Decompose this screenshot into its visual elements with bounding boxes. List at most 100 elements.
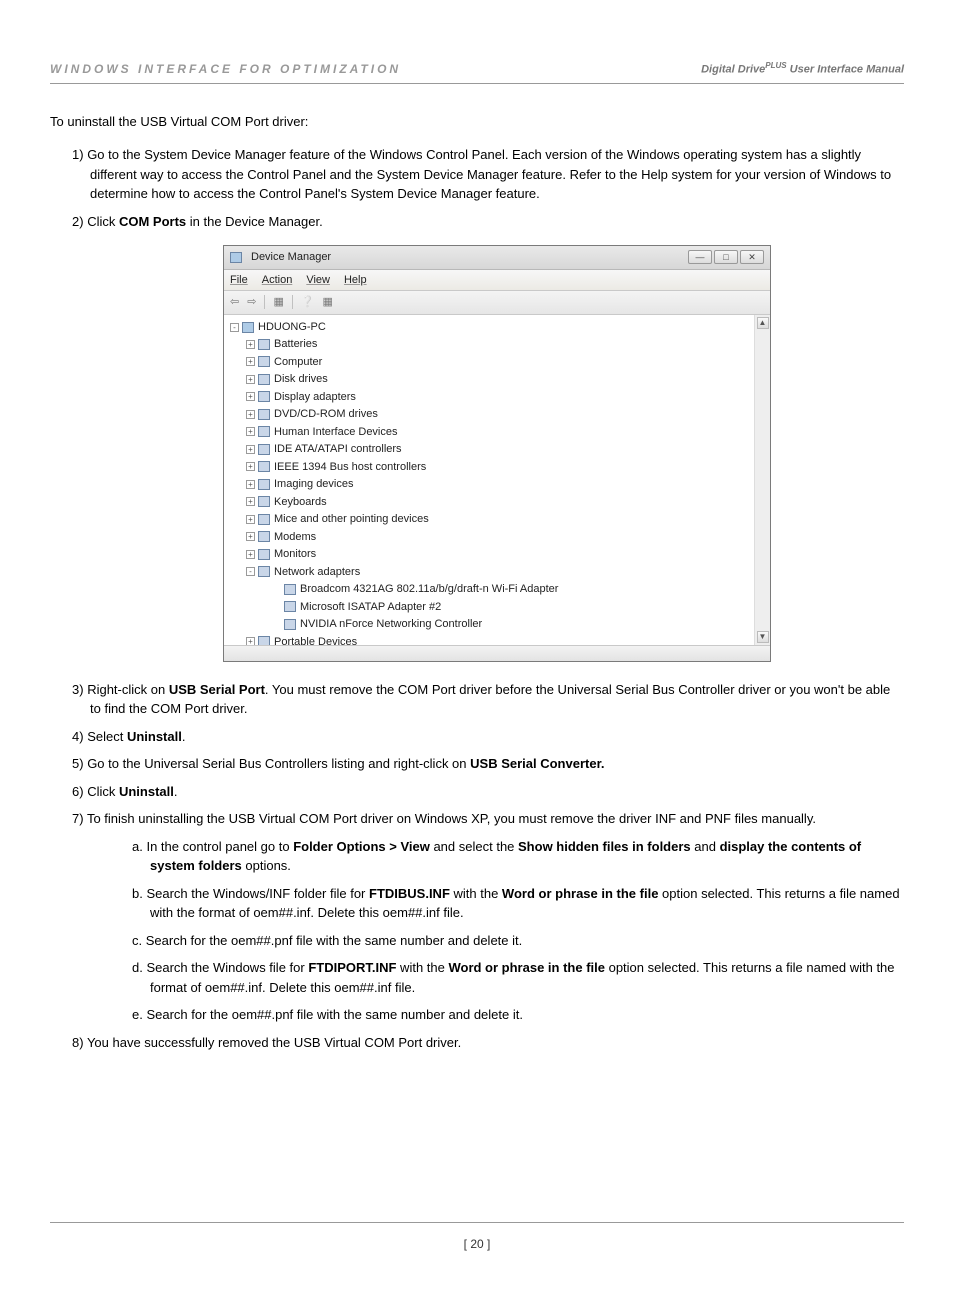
tree-node[interactable]: + Keyboards	[246, 493, 752, 511]
step-4: 4) Select Uninstall.	[72, 727, 904, 747]
expand-icon[interactable]: +	[246, 480, 255, 489]
tree-node-label: Modems	[274, 531, 316, 543]
device-category-icon	[258, 356, 270, 367]
expand-icon[interactable]: +	[246, 392, 255, 401]
device-category-icon	[258, 426, 270, 437]
expand-icon[interactable]: +	[246, 550, 255, 559]
substep-e: e. Search for the oem##.pnf file with th…	[132, 1005, 904, 1025]
tree-node[interactable]: + Disk drives	[246, 371, 752, 389]
menu-action[interactable]: Action	[262, 272, 293, 289]
device-category-icon	[258, 514, 270, 525]
window-titlebar: Device Manager — □ ✕	[224, 246, 770, 270]
intro-text: To uninstall the USB Virtual COM Port dr…	[50, 112, 904, 132]
substep-list: a. In the control panel go to Folder Opt…	[90, 837, 904, 1025]
tree-node[interactable]: + IEEE 1394 Bus host controllers	[246, 458, 752, 476]
expand-icon[interactable]: +	[246, 462, 255, 471]
substep-c: c. Search for the oem##.pnf file with th…	[132, 931, 904, 951]
tree-node[interactable]: + Portable Devices	[246, 633, 752, 645]
header-section-title: WINDOWS INTERFACE FOR OPTIMIZATION	[50, 60, 401, 78]
expand-icon[interactable]: +	[246, 532, 255, 541]
device-category-icon	[258, 391, 270, 402]
step-1: 1) Go to the System Device Manager featu…	[72, 145, 904, 204]
collapse-icon[interactable]: -	[230, 323, 239, 332]
expand-icon[interactable]: +	[246, 410, 255, 419]
tree-node[interactable]: + Computer	[246, 353, 752, 371]
scroll-up-icon[interactable]: ▲	[757, 317, 769, 329]
back-icon[interactable]: ⇦	[230, 294, 239, 311]
tree-node-label: Network adapters	[274, 566, 360, 578]
device-category-icon	[258, 461, 270, 472]
substep-b: b. Search the Windows/INF folder file fo…	[132, 884, 904, 923]
device-tree-panel: -HDUONG-PC +Batteries+Computer+Disk driv…	[224, 315, 770, 645]
tree-node[interactable]: +Mice and other pointing devices	[246, 511, 752, 529]
minimize-button[interactable]: —	[688, 250, 712, 264]
device-category-icon	[258, 531, 270, 542]
device-category-icon	[258, 479, 270, 490]
expand-icon[interactable]: +	[246, 340, 255, 349]
collapse-icon[interactable]: -	[246, 567, 255, 576]
tree-node[interactable]: + Display adapters	[246, 388, 752, 406]
device-manager-window: Device Manager — □ ✕ File Action View He…	[223, 245, 771, 662]
device-category-icon	[258, 374, 270, 385]
substep-a: a. In the control panel go to Folder Opt…	[132, 837, 904, 876]
tree-root-node[interactable]: -HDUONG-PC +Batteries+Computer+Disk driv…	[228, 319, 752, 645]
computer-icon	[242, 322, 254, 333]
expand-icon[interactable]: +	[246, 427, 255, 436]
step-8: 8) You have successfully removed the USB…	[72, 1033, 904, 1053]
tree-node[interactable]: + Monitors	[246, 546, 752, 564]
maximize-button[interactable]: □	[714, 250, 738, 264]
step-2: 2) Click COM Ports in the Device Manager…	[72, 212, 904, 662]
device-category-icon	[258, 444, 270, 455]
tree-node-label: Portable Devices	[274, 636, 357, 645]
tree-node-label: Display adapters	[274, 391, 356, 403]
menu-file[interactable]: File	[230, 272, 248, 289]
step-5: 5) Go to the Universal Serial Bus Contro…	[72, 754, 904, 774]
tree-node-label: Disk drives	[274, 373, 328, 385]
tree-node[interactable]: + Imaging devices	[246, 476, 752, 494]
tree-leaf[interactable]: Microsoft ISATAP Adapter #2	[284, 598, 752, 616]
tree-leaf[interactable]: Broadcom 4321AG 802.11a/b/g/draft-n Wi-F…	[284, 581, 752, 599]
scrollbar[interactable]: ▲ ▼	[754, 315, 770, 645]
tree-node-label: Imaging devices	[274, 478, 354, 490]
tree-node[interactable]: +DVD/CD-ROM drives	[246, 406, 752, 424]
scan-icon[interactable]: ▦	[323, 294, 333, 311]
expand-icon[interactable]: +	[246, 637, 255, 644]
tree-node-label: Computer	[274, 356, 322, 368]
step-7: 7) To finish uninstalling the USB Virtua…	[72, 809, 904, 1025]
tree-node[interactable]: + Human Interface Devices	[246, 423, 752, 441]
device-category-icon	[258, 566, 270, 577]
menu-help[interactable]: Help	[344, 272, 367, 289]
tree-leaf-label: Microsoft ISATAP Adapter #2	[300, 601, 441, 613]
properties-icon[interactable]: ▦	[273, 294, 283, 311]
tree-leaf[interactable]: NVIDIA nForce Networking Controller	[284, 616, 752, 634]
window-menubar: File Action View Help	[224, 270, 770, 292]
tree-node-label: Human Interface Devices	[274, 426, 398, 438]
device-icon	[284, 584, 296, 595]
scroll-down-icon[interactable]: ▼	[757, 631, 769, 643]
tree-node-label: Keyboards	[274, 496, 327, 508]
expand-icon[interactable]: +	[246, 445, 255, 454]
status-bar	[224, 645, 770, 661]
expand-icon[interactable]: +	[246, 515, 255, 524]
tree-node[interactable]: + Modems	[246, 528, 752, 546]
menu-view[interactable]: View	[306, 272, 330, 289]
device-category-icon	[258, 496, 270, 507]
device-category-icon	[258, 549, 270, 560]
substep-d: d. Search the Windows file for FTDIPORT.…	[132, 958, 904, 997]
tree-node[interactable]: - Network adapters	[246, 563, 752, 581]
instruction-list: 1) Go to the System Device Manager featu…	[50, 145, 904, 1052]
expand-icon[interactable]: +	[246, 497, 255, 506]
device-category-icon	[258, 409, 270, 420]
tree-node[interactable]: +IDE ATA/ATAPI controllers	[246, 441, 752, 459]
page-number: [ 20 ]	[50, 1235, 904, 1253]
app-icon	[230, 252, 242, 263]
tree-node[interactable]: + Batteries	[246, 336, 752, 354]
tree-node-label: Batteries	[274, 338, 317, 350]
forward-icon[interactable]: ⇨	[247, 294, 256, 311]
tree-node-label: IEEE 1394 Bus host controllers	[274, 461, 426, 473]
expand-icon[interactable]: +	[246, 375, 255, 384]
tree-node-label: Monitors	[274, 548, 316, 560]
help-icon[interactable]: ❔	[301, 294, 315, 311]
close-button[interactable]: ✕	[740, 250, 764, 264]
expand-icon[interactable]: +	[246, 357, 255, 366]
